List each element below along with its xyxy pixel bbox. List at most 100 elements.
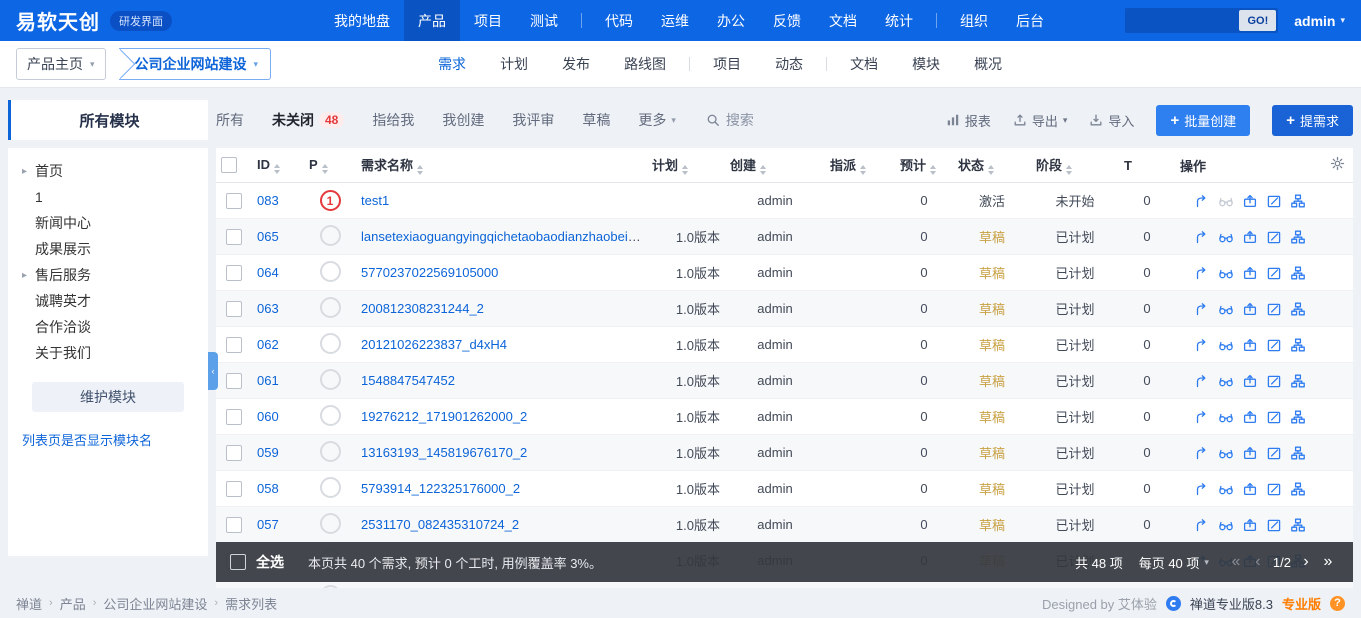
import-button[interactable]: 导入 — [1089, 111, 1134, 130]
module-tree-header[interactable]: 所有模块 — [8, 100, 208, 140]
product-tab[interactable]: 发布 — [545, 54, 607, 74]
column-header-assignedTo[interactable]: 指派 — [825, 148, 895, 183]
story-name-link[interactable]: 5793914_122325176000_2 — [361, 481, 520, 496]
sort-icon[interactable] — [682, 165, 688, 175]
column-header-openedBy[interactable]: 创建 — [725, 148, 825, 183]
story-id-link[interactable]: 062 — [257, 337, 279, 352]
story-name-link[interactable]: 200812308231244_2 — [361, 301, 484, 316]
module-tree-item[interactable]: 新闻中心 — [8, 210, 208, 236]
row-checkbox[interactable] — [226, 373, 242, 389]
story-name-link[interactable]: lansetexiaoguangyingqichetaobaodianzhaob… — [361, 229, 647, 244]
create-story-button[interactable]: + 提需求 — [1272, 105, 1353, 136]
designed-by[interactable]: Designed by 艾体验 — [1042, 594, 1157, 613]
row-checkbox[interactable] — [226, 229, 242, 245]
review-icon[interactable] — [1218, 445, 1234, 461]
filter-tab[interactable]: 更多▾ — [638, 110, 676, 130]
breadcrumb-item[interactable]: 产品 — [60, 594, 86, 613]
sort-icon[interactable] — [322, 164, 328, 174]
edit-icon[interactable] — [1266, 193, 1282, 209]
nav-item[interactable]: 运维 — [647, 0, 703, 41]
edition-label[interactable]: 专业版 — [1282, 594, 1321, 613]
review-icon[interactable] — [1218, 409, 1234, 425]
edit-icon[interactable] — [1266, 337, 1282, 353]
subdivide-icon[interactable] — [1290, 265, 1306, 281]
change-icon[interactable] — [1194, 265, 1210, 281]
breadcrumb-item[interactable]: 需求列表 — [225, 594, 277, 613]
story-id-link[interactable]: 059 — [257, 445, 279, 460]
toggle-module-display-link[interactable]: 列表页是否显示模块名 — [22, 430, 208, 449]
column-header-actions[interactable]: 操作 — [1175, 148, 1325, 183]
nav-item[interactable]: 项目 — [460, 0, 516, 41]
select-all-label[interactable]: 全选 — [256, 552, 284, 572]
nav-item[interactable]: 我的地盘 — [320, 0, 404, 41]
product-home-dropdown[interactable]: 产品主页 ▾ — [16, 48, 106, 80]
review-icon[interactable] — [1218, 373, 1234, 389]
review-icon[interactable] — [1218, 337, 1234, 353]
search-go-button[interactable]: GO! — [1239, 10, 1276, 31]
column-header-pri[interactable]: P — [304, 148, 356, 183]
story-name-link[interactable]: 5770237022569105000 — [361, 265, 498, 280]
search-toggle[interactable]: 搜索 — [706, 110, 754, 130]
subdivide-icon[interactable] — [1290, 193, 1306, 209]
module-tree-item[interactable]: 关于我们 — [8, 340, 208, 366]
change-icon[interactable] — [1194, 301, 1210, 317]
maintain-modules-button[interactable]: 维护模块 — [32, 382, 184, 412]
subdivide-icon[interactable] — [1290, 229, 1306, 245]
close-icon[interactable] — [1242, 517, 1258, 533]
breadcrumb-item[interactable]: 公司企业网站建设 — [103, 594, 207, 613]
edit-icon[interactable] — [1266, 229, 1282, 245]
edit-icon[interactable] — [1266, 445, 1282, 461]
close-icon[interactable] — [1242, 481, 1258, 497]
filter-tab[interactable]: 草稿 — [582, 110, 610, 130]
row-checkbox[interactable] — [226, 265, 242, 281]
next-page-button[interactable]: › — [1295, 554, 1317, 570]
current-product-dropdown[interactable]: 公司企业网站建设 ▾ — [119, 48, 272, 80]
close-icon[interactable] — [1242, 301, 1258, 317]
close-icon[interactable] — [1242, 337, 1258, 353]
change-icon[interactable] — [1194, 409, 1210, 425]
review-icon[interactable] — [1218, 301, 1234, 317]
column-header-name[interactable]: 需求名称 — [356, 148, 647, 183]
filter-tab[interactable]: 所有 — [216, 110, 244, 130]
subdivide-icon[interactable] — [1290, 445, 1306, 461]
row-checkbox[interactable] — [226, 481, 242, 497]
last-page-button[interactable]: » — [1317, 554, 1339, 570]
column-header-taskCount[interactable]: T — [1119, 148, 1175, 183]
subdivide-icon[interactable] — [1290, 409, 1306, 425]
change-icon[interactable] — [1194, 337, 1210, 353]
story-id-link[interactable]: 058 — [257, 481, 279, 496]
story-name-link[interactable]: 19276212_171901262000_2 — [361, 409, 527, 424]
edit-icon[interactable] — [1266, 265, 1282, 281]
module-tree-item[interactable]: ▸售后服务 — [8, 262, 208, 288]
expand-icon[interactable]: ▸ — [22, 166, 35, 177]
nav-item[interactable]: 产品 — [404, 0, 460, 41]
sort-icon[interactable] — [274, 164, 280, 174]
nav-item[interactable]: 代码 — [591, 0, 647, 41]
subdivide-icon[interactable] — [1290, 373, 1306, 389]
story-name-link[interactable]: test1 — [361, 193, 389, 208]
row-checkbox[interactable] — [226, 445, 242, 461]
sort-icon[interactable] — [930, 165, 936, 175]
subdivide-icon[interactable] — [1290, 517, 1306, 533]
product-tab[interactable]: 模块 — [895, 54, 957, 74]
expand-icon[interactable]: ▸ — [22, 270, 35, 281]
nav-item[interactable]: 文档 — [815, 0, 871, 41]
global-search-input[interactable] — [1127, 14, 1239, 28]
edit-icon[interactable] — [1266, 481, 1282, 497]
sidebar-collapse-handle[interactable]: ‹ — [208, 352, 218, 390]
review-icon[interactable] — [1218, 517, 1234, 533]
product-tab[interactable]: 路线图 — [607, 54, 683, 74]
story-name-link[interactable]: 2531170_082435310724_2 — [361, 517, 519, 532]
nav-item[interactable]: 组织 — [946, 0, 1002, 41]
story-id-link[interactable]: 065 — [257, 229, 279, 244]
row-checkbox[interactable] — [226, 409, 242, 425]
sort-icon[interactable] — [760, 165, 766, 175]
story-id-link[interactable]: 064 — [257, 265, 279, 280]
product-tab[interactable]: 概况 — [957, 54, 1019, 74]
module-tree-item[interactable]: ▸首页 — [8, 158, 208, 184]
subdivide-icon[interactable] — [1290, 301, 1306, 317]
row-checkbox[interactable] — [226, 193, 242, 209]
story-id-link[interactable]: 063 — [257, 301, 279, 316]
batch-create-button[interactable]: + 批量创建 — [1156, 105, 1250, 136]
row-checkbox[interactable] — [226, 517, 242, 533]
